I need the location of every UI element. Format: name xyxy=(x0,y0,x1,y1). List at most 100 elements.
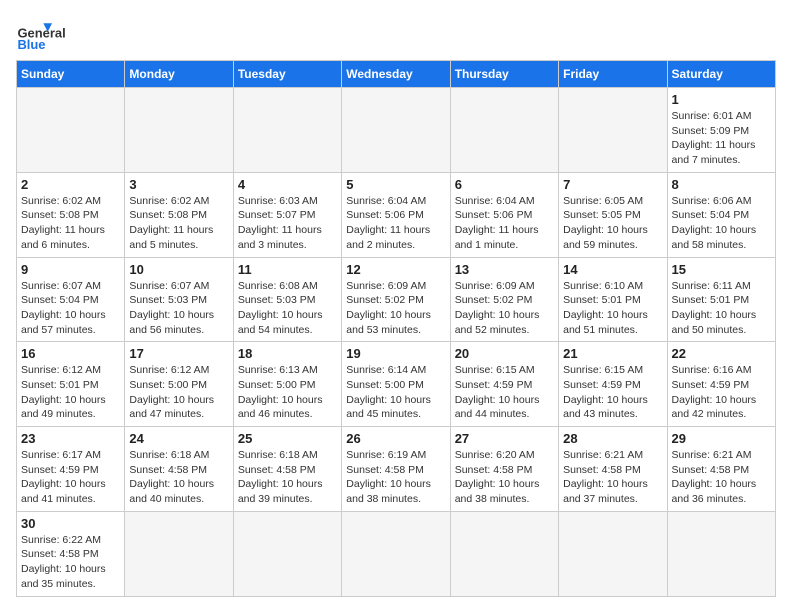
day-info: Sunrise: 6:21 AM Sunset: 4:58 PM Dayligh… xyxy=(563,448,662,507)
calendar-cell: 26 Sunrise: 6:19 AM Sunset: 4:58 PM Dayli… xyxy=(342,427,450,512)
day-info: Sunrise: 6:06 AM Sunset: 5:04 PM Dayligh… xyxy=(672,194,771,253)
day-info: Sunrise: 6:01 AM Sunset: 5:09 PM Dayligh… xyxy=(672,109,771,168)
weekday-header-monday: Monday xyxy=(125,61,233,88)
calendar-cell xyxy=(233,88,341,173)
weekday-header-thursday: Thursday xyxy=(450,61,558,88)
day-info: Sunrise: 6:14 AM Sunset: 5:00 PM Dayligh… xyxy=(346,363,445,422)
day-info: Sunrise: 6:09 AM Sunset: 5:02 PM Dayligh… xyxy=(346,279,445,338)
day-number: 30 xyxy=(21,516,120,531)
calendar-cell: 23 Sunrise: 6:17 AM Sunset: 4:59 PM Dayli… xyxy=(17,427,125,512)
day-number: 2 xyxy=(21,177,120,192)
calendar-cell: 14 Sunrise: 6:10 AM Sunset: 5:01 PM Dayli… xyxy=(559,257,667,342)
day-number: 27 xyxy=(455,431,554,446)
day-number: 26 xyxy=(346,431,445,446)
calendar-week-5: 23 Sunrise: 6:17 AM Sunset: 4:59 PM Dayli… xyxy=(17,427,776,512)
day-number: 12 xyxy=(346,262,445,277)
calendar-cell xyxy=(17,88,125,173)
day-number: 21 xyxy=(563,346,662,361)
day-info: Sunrise: 6:18 AM Sunset: 4:58 PM Dayligh… xyxy=(129,448,228,507)
calendar-cell xyxy=(450,511,558,596)
svg-text:Blue: Blue xyxy=(17,37,45,52)
day-info: Sunrise: 6:17 AM Sunset: 4:59 PM Dayligh… xyxy=(21,448,120,507)
calendar-cell: 7 Sunrise: 6:05 AM Sunset: 5:05 PM Daylig… xyxy=(559,172,667,257)
calendar-cell: 3 Sunrise: 6:02 AM Sunset: 5:08 PM Daylig… xyxy=(125,172,233,257)
day-info: Sunrise: 6:15 AM Sunset: 4:59 PM Dayligh… xyxy=(563,363,662,422)
day-number: 5 xyxy=(346,177,445,192)
calendar-cell: 11 Sunrise: 6:08 AM Sunset: 5:03 PM Dayli… xyxy=(233,257,341,342)
logo: General Blue xyxy=(16,16,52,52)
page-header: General Blue xyxy=(16,16,776,52)
calendar-cell xyxy=(233,511,341,596)
day-number: 1 xyxy=(672,92,771,107)
calendar-cell xyxy=(559,88,667,173)
day-info: Sunrise: 6:20 AM Sunset: 4:58 PM Dayligh… xyxy=(455,448,554,507)
calendar-week-6: 30Sunrise: 6:22 AM Sunset: 4:58 PM Dayli… xyxy=(17,511,776,596)
day-number: 15 xyxy=(672,262,771,277)
day-info: Sunrise: 6:15 AM Sunset: 4:59 PM Dayligh… xyxy=(455,363,554,422)
calendar-cell: 30Sunrise: 6:22 AM Sunset: 4:58 PM Dayli… xyxy=(17,511,125,596)
day-info: Sunrise: 6:12 AM Sunset: 5:00 PM Dayligh… xyxy=(129,363,228,422)
day-number: 20 xyxy=(455,346,554,361)
calendar-cell: 21 Sunrise: 6:15 AM Sunset: 4:59 PM Dayli… xyxy=(559,342,667,427)
day-number: 22 xyxy=(672,346,771,361)
day-number: 3 xyxy=(129,177,228,192)
calendar-cell: 25Sunrise: 6:18 AM Sunset: 4:58 PM Dayli… xyxy=(233,427,341,512)
day-info: Sunrise: 6:19 AM Sunset: 4:58 PM Dayligh… xyxy=(346,448,445,507)
day-number: 8 xyxy=(672,177,771,192)
day-number: 19 xyxy=(346,346,445,361)
day-number: 28 xyxy=(563,431,662,446)
day-info: Sunrise: 6:02 AM Sunset: 5:08 PM Dayligh… xyxy=(129,194,228,253)
day-info: Sunrise: 6:07 AM Sunset: 5:04 PM Dayligh… xyxy=(21,279,120,338)
day-number: 13 xyxy=(455,262,554,277)
day-number: 7 xyxy=(563,177,662,192)
logo-icon: General Blue xyxy=(16,16,52,52)
calendar-cell: 8 Sunrise: 6:06 AM Sunset: 5:04 PM Daylig… xyxy=(667,172,775,257)
day-info: Sunrise: 6:04 AM Sunset: 5:06 PM Dayligh… xyxy=(346,194,445,253)
day-number: 17 xyxy=(129,346,228,361)
calendar-cell: 20 Sunrise: 6:15 AM Sunset: 4:59 PM Dayli… xyxy=(450,342,558,427)
day-info: Sunrise: 6:09 AM Sunset: 5:02 PM Dayligh… xyxy=(455,279,554,338)
calendar-cell: 22 Sunrise: 6:16 AM Sunset: 4:59 PM Dayli… xyxy=(667,342,775,427)
calendar-cell: 2 Sunrise: 6:02 AM Sunset: 5:08 PM Daylig… xyxy=(17,172,125,257)
calendar-cell xyxy=(125,88,233,173)
calendar-cell: 9Sunrise: 6:07 AM Sunset: 5:04 PM Daylig… xyxy=(17,257,125,342)
calendar-cell xyxy=(667,511,775,596)
weekday-header-tuesday: Tuesday xyxy=(233,61,341,88)
calendar-week-4: 16 Sunrise: 6:12 AM Sunset: 5:01 PM Dayli… xyxy=(17,342,776,427)
calendar-cell: 6Sunrise: 6:04 AM Sunset: 5:06 PM Daylig… xyxy=(450,172,558,257)
calendar-cell: 19 Sunrise: 6:14 AM Sunset: 5:00 PM Dayli… xyxy=(342,342,450,427)
weekday-header-row: SundayMondayTuesdayWednesdayThursdayFrid… xyxy=(17,61,776,88)
calendar-week-2: 2 Sunrise: 6:02 AM Sunset: 5:08 PM Daylig… xyxy=(17,172,776,257)
day-number: 23 xyxy=(21,431,120,446)
day-info: Sunrise: 6:05 AM Sunset: 5:05 PM Dayligh… xyxy=(563,194,662,253)
calendar-cell: 15Sunrise: 6:11 AM Sunset: 5:01 PM Dayli… xyxy=(667,257,775,342)
calendar-cell xyxy=(125,511,233,596)
day-info: Sunrise: 6:04 AM Sunset: 5:06 PM Dayligh… xyxy=(455,194,554,253)
calendar-cell: 27 Sunrise: 6:20 AM Sunset: 4:58 PM Dayli… xyxy=(450,427,558,512)
weekday-header-wednesday: Wednesday xyxy=(342,61,450,88)
weekday-header-sunday: Sunday xyxy=(17,61,125,88)
day-number: 18 xyxy=(238,346,337,361)
day-info: Sunrise: 6:08 AM Sunset: 5:03 PM Dayligh… xyxy=(238,279,337,338)
calendar-table: SundayMondayTuesdayWednesdayThursdayFrid… xyxy=(16,60,776,597)
day-info: Sunrise: 6:12 AM Sunset: 5:01 PM Dayligh… xyxy=(21,363,120,422)
calendar-cell: 4 Sunrise: 6:03 AM Sunset: 5:07 PM Daylig… xyxy=(233,172,341,257)
day-info: Sunrise: 6:03 AM Sunset: 5:07 PM Dayligh… xyxy=(238,194,337,253)
day-number: 4 xyxy=(238,177,337,192)
day-number: 24 xyxy=(129,431,228,446)
weekday-header-saturday: Saturday xyxy=(667,61,775,88)
calendar-cell: 17 Sunrise: 6:12 AM Sunset: 5:00 PM Dayli… xyxy=(125,342,233,427)
calendar-cell: 12 Sunrise: 6:09 AM Sunset: 5:02 PM Dayli… xyxy=(342,257,450,342)
calendar-week-3: 9Sunrise: 6:07 AM Sunset: 5:04 PM Daylig… xyxy=(17,257,776,342)
day-number: 11 xyxy=(238,262,337,277)
day-info: Sunrise: 6:07 AM Sunset: 5:03 PM Dayligh… xyxy=(129,279,228,338)
calendar-cell: 10Sunrise: 6:07 AM Sunset: 5:03 PM Dayli… xyxy=(125,257,233,342)
day-number: 25 xyxy=(238,431,337,446)
weekday-header-friday: Friday xyxy=(559,61,667,88)
day-info: Sunrise: 6:10 AM Sunset: 5:01 PM Dayligh… xyxy=(563,279,662,338)
day-info: Sunrise: 6:16 AM Sunset: 4:59 PM Dayligh… xyxy=(672,363,771,422)
calendar-cell xyxy=(342,511,450,596)
day-number: 14 xyxy=(563,262,662,277)
day-info: Sunrise: 6:02 AM Sunset: 5:08 PM Dayligh… xyxy=(21,194,120,253)
day-number: 16 xyxy=(21,346,120,361)
